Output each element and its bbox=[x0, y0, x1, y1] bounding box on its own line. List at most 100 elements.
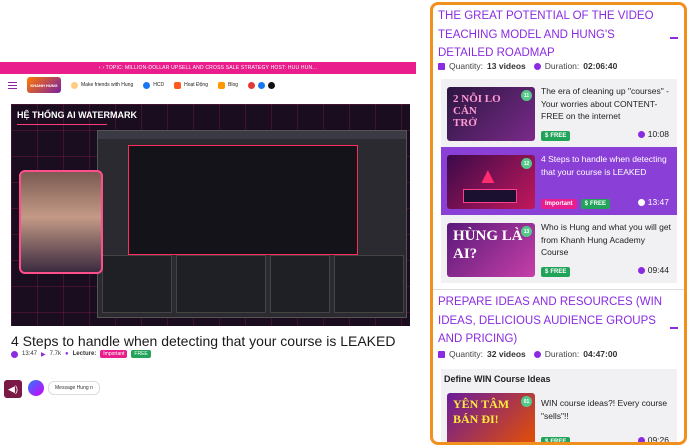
free-label: FREE bbox=[550, 439, 567, 445]
free-badge: $ FREE bbox=[541, 437, 571, 445]
lesson-duration: 09:26 bbox=[637, 435, 669, 445]
lesson-thumbnail: HÙNG LÀ AI? 13 bbox=[447, 223, 535, 277]
messenger-bubble[interactable]: Message Hung n bbox=[48, 381, 100, 395]
facebook-icon[interactable] bbox=[258, 81, 266, 89]
tiktok-icon[interactable] bbox=[268, 81, 276, 89]
duration-text: 09:44 bbox=[647, 265, 669, 275]
social-links bbox=[248, 81, 276, 89]
lesson-badges: Important $ FREE bbox=[541, 199, 611, 209]
video-icon bbox=[438, 62, 445, 70]
lesson-badges: $ FREE bbox=[541, 437, 571, 445]
lesson-title: WIN course ideas?! Every course "sells"!… bbox=[541, 398, 668, 421]
duration-value: 04:47:00 bbox=[583, 349, 618, 359]
volume-icon[interactable]: ◀) bbox=[4, 380, 22, 398]
curriculum-panel: THE GREAT POTENTIAL OF THE VIDEO TEACHIN… bbox=[430, 2, 687, 445]
free-label: FREE bbox=[590, 201, 607, 207]
lesson-thumbnail: ▲ 12 bbox=[447, 155, 535, 209]
activity-icon bbox=[174, 81, 182, 89]
obs-preview bbox=[128, 145, 358, 255]
promo-bar[interactable]: ‹ › TOPIC: MILLION-DOLLAR UPSELL AND CRO… bbox=[0, 62, 416, 74]
clock-icon bbox=[11, 350, 18, 358]
video-title: 4 Steps to handle when detecting that yo… bbox=[11, 333, 396, 349]
nav-blog[interactable]: Blog bbox=[218, 81, 239, 89]
collapse-icon[interactable] bbox=[670, 327, 678, 329]
nav-make-friends[interactable]: Make friends with Hung bbox=[71, 81, 134, 89]
nav-label: Hoạt Động bbox=[184, 82, 208, 88]
play-icon: ▶ bbox=[41, 351, 46, 358]
site-logo[interactable]: KHANH HUNG bbox=[27, 77, 61, 93]
quantity-value: 13 videos bbox=[487, 61, 526, 71]
dollar-icon: $ bbox=[545, 133, 549, 139]
clock-icon bbox=[533, 350, 541, 358]
nav-label: Make friends with Hung bbox=[81, 82, 134, 88]
lesson-duration: 09:44 bbox=[637, 265, 669, 275]
video-views: 7.7k bbox=[49, 351, 61, 357]
video-player[interactable]: HỆ THỐNG AI WATERMARK bbox=[11, 104, 410, 326]
youtube-icon[interactable] bbox=[248, 81, 256, 89]
obs-panel bbox=[334, 255, 404, 313]
free-label: FREE bbox=[550, 269, 567, 275]
collapse-icon[interactable] bbox=[670, 37, 678, 39]
clock-icon bbox=[637, 266, 645, 274]
clock-icon bbox=[637, 198, 645, 206]
messenger-icon[interactable] bbox=[28, 380, 44, 396]
important-badge: Important bbox=[541, 199, 577, 209]
laptop-icon bbox=[463, 189, 517, 203]
obs-panel bbox=[102, 255, 172, 313]
lesson-title: 4 Steps to handle when detecting that yo… bbox=[541, 154, 667, 177]
lesson-item[interactable]: 2 NỖI LO CẢN TRỞ 11 The era of cleaning … bbox=[441, 79, 677, 147]
lesson-item[interactable]: HÙNG LÀ AI? 13 Who is Hung and what you … bbox=[441, 215, 677, 283]
user-icon: ● bbox=[64, 351, 69, 357]
messenger-widget[interactable]: Message Hung n bbox=[28, 380, 100, 396]
divider bbox=[433, 289, 684, 290]
obs-screen bbox=[97, 130, 407, 318]
section-meta: Quantity: 32 videos Duration: 04:47:00 bbox=[438, 349, 617, 359]
facebook-icon bbox=[143, 81, 151, 89]
free-badge: $ FREE bbox=[541, 267, 571, 277]
obs-toolbar bbox=[98, 131, 406, 139]
video-duration: 13:47 bbox=[22, 351, 38, 357]
nav-label: HCD bbox=[153, 82, 165, 88]
section-meta: Quantity: 13 videos Duration: 02:06:40 bbox=[438, 61, 617, 71]
free-label: FREE bbox=[550, 133, 567, 139]
lesson-title: Who is Hung and what you will get from K… bbox=[541, 222, 671, 257]
thumbnail-text: HÙNG LÀ AI? bbox=[453, 228, 523, 262]
thumbnail-text: YÊN TÂM BÁN ĐI! bbox=[453, 397, 510, 426]
clock-icon bbox=[637, 130, 645, 138]
nav-label: Blog bbox=[228, 82, 239, 88]
nav-activity[interactable]: Hoạt Động bbox=[174, 81, 208, 89]
lesson-number: 01 bbox=[521, 396, 532, 407]
duration-text: 13:47 bbox=[647, 197, 669, 207]
handshake-icon bbox=[71, 81, 78, 89]
video-meta: 13:47 ▶ 7.7k ● Lecture: Important FREE bbox=[11, 350, 151, 358]
duration-text: 09:26 bbox=[647, 435, 669, 445]
duration-text: 10:08 bbox=[647, 129, 669, 139]
duration-label: Duration: bbox=[544, 349, 580, 359]
host-video-frame bbox=[19, 170, 103, 274]
free-badge: FREE bbox=[131, 350, 151, 358]
clock-icon bbox=[637, 436, 645, 442]
menu-icon[interactable] bbox=[8, 81, 17, 89]
page: ‹ › TOPIC: MILLION-DOLLAR UPSELL AND CRO… bbox=[0, 0, 688, 446]
obs-panel bbox=[270, 255, 330, 313]
divider bbox=[17, 124, 107, 125]
obs-panel bbox=[176, 255, 266, 313]
lesson-number: 11 bbox=[521, 90, 532, 101]
lesson-thumbnail: 2 NỖI LO CẢN TRỞ 11 bbox=[447, 87, 535, 141]
lesson-item[interactable]: YÊN TÂM BÁN ĐI! 01 WIN course ideas?! Ev… bbox=[441, 385, 677, 445]
lesson-title: The era of cleaning up "courses" - Your … bbox=[541, 86, 669, 121]
important-badge: Important bbox=[100, 350, 128, 358]
duration-label: Duration: bbox=[544, 61, 580, 71]
video-icon bbox=[438, 350, 445, 358]
section-title[interactable]: THE GREAT POTENTIAL OF THE VIDEO TEACHIN… bbox=[438, 7, 668, 63]
nav-hcd[interactable]: HCD bbox=[143, 81, 165, 89]
lesson-badges: $ FREE bbox=[541, 131, 571, 141]
section-title[interactable]: PREPARE IDEAS AND RESOURCES (WIN IDEAS, … bbox=[438, 293, 668, 349]
blog-icon bbox=[218, 81, 225, 89]
quantity-value: 32 videos bbox=[487, 349, 526, 359]
lesson-duration: 10:08 bbox=[637, 129, 669, 139]
video-watermark-text: HỆ THỐNG AI WATERMARK bbox=[17, 110, 137, 120]
clock-icon bbox=[533, 62, 541, 70]
duration-value: 02:06:40 bbox=[583, 61, 618, 71]
lesson-item-active[interactable]: ▲ 12 4 Steps to handle when detecting th… bbox=[441, 147, 677, 215]
